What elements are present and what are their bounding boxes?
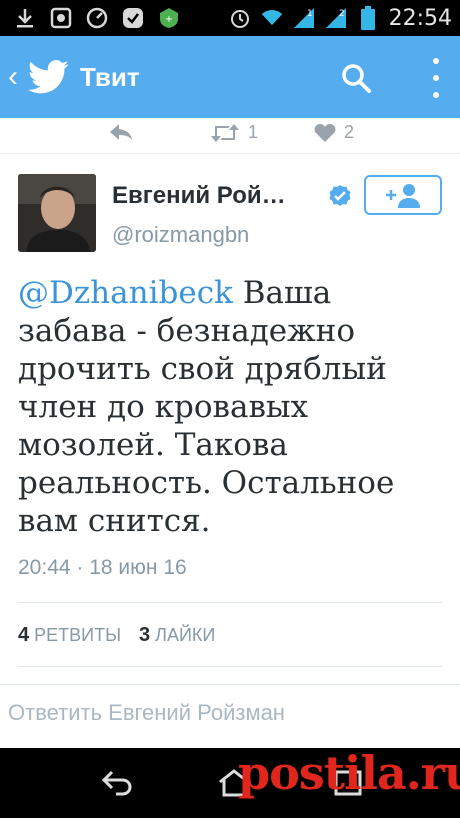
tweet-line: вам снится. (18, 503, 211, 539)
previous-retweet-count: 1 (248, 122, 259, 142)
previous-tweet-actions: 1 2 (0, 118, 460, 154)
tweet-line: Ваша (242, 275, 332, 311)
author-name[interactable]: Евгений Рой… (112, 182, 286, 210)
watermark-logo: postila.ru (238, 746, 460, 800)
divider (18, 666, 442, 667)
download-icon (14, 7, 36, 29)
page-title: Твит (80, 61, 140, 92)
add-user-icon (386, 184, 420, 208)
back-chevron-icon[interactable]: ‹ (8, 60, 26, 94)
tweet-line: дрочить свой дряблый (18, 351, 387, 387)
wifi-icon (261, 7, 283, 29)
status-time: 22:54 (388, 5, 452, 31)
retweet-icon (211, 123, 239, 142)
verified-badge-icon (328, 184, 352, 208)
signal-2-icon: 2 (325, 7, 347, 29)
speedometer-icon (86, 7, 108, 29)
app-bar: ‹ Твит (0, 36, 460, 118)
alarm-icon (229, 7, 251, 29)
photo-icon (50, 7, 72, 29)
tweet-timestamp: 20:44 · 18 июн 16 (18, 556, 187, 579)
author-handle[interactable]: @roizmangbn (112, 222, 249, 248)
tweet-line: член до кровавых (18, 389, 309, 425)
tweet-body: @Dzhanibeck Ваша забава - безнадежно дро… (18, 274, 438, 540)
search-icon[interactable] (340, 62, 372, 94)
tweet-line: мозолей. Такова (18, 427, 288, 463)
svg-text:1: 1 (307, 9, 313, 19)
tweet-line: реальность. Остальное (18, 465, 395, 501)
checkmark-badge-icon (122, 7, 144, 29)
like-label: ЛАЙКИ (155, 625, 216, 645)
tweet-author-header: Евгений Рой… @roizmangbn (18, 174, 442, 252)
retweet-label: РЕТВИТЫ (34, 625, 122, 645)
reply-icon[interactable] (108, 122, 134, 142)
tweet-detail: 1 2 Евгений Рой… @roizmangbn @Dzhanibeck… (0, 118, 460, 748)
follow-button[interactable] (364, 175, 442, 215)
shield-icon: + (158, 7, 180, 29)
like-action[interactable]: 2 (314, 122, 354, 143)
nav-back-icon[interactable] (98, 768, 138, 798)
engagement-counts: 4 РЕТВИТЫ 3 ЛАЙКИ (18, 624, 215, 647)
divider (0, 684, 460, 685)
like-count: 3 (139, 624, 151, 646)
retweet-count: 4 (18, 624, 30, 646)
reply-input[interactable]: Ответить Евгений Ройзман (8, 700, 285, 726)
tweet-line: забава - безнадежно (18, 313, 355, 349)
svg-text:2: 2 (339, 9, 345, 19)
retweet-action[interactable]: 1 (210, 122, 258, 143)
twitter-bird-icon[interactable] (27, 60, 70, 94)
divider (18, 602, 442, 603)
svg-text:+: + (165, 14, 173, 25)
avatar[interactable] (18, 174, 96, 252)
more-vert-icon[interactable] (430, 58, 442, 98)
signal-1-icon: 1 (293, 7, 315, 29)
mention-link[interactable]: @Dzhanibeck (18, 275, 233, 311)
likes-stat[interactable]: 3 ЛАЙКИ (139, 624, 215, 647)
retweets-stat[interactable]: 4 РЕТВИТЫ (18, 624, 121, 647)
status-bar: + 1 2 22:54 (0, 0, 460, 36)
previous-like-count: 2 (344, 122, 355, 142)
heart-icon (314, 123, 336, 142)
battery-icon (357, 6, 379, 30)
